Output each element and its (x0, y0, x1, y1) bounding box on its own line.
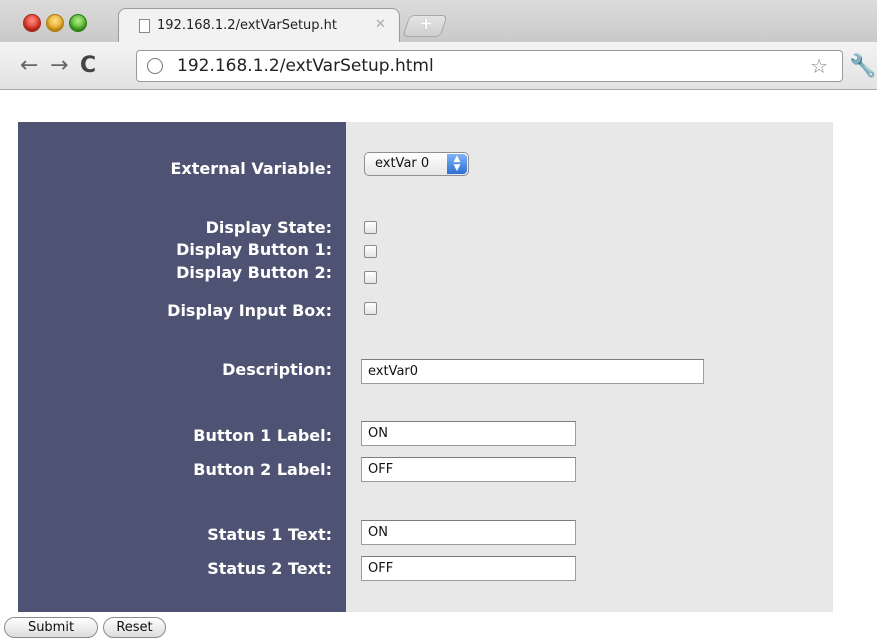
status-2-text-label: Status 2 Text: (207, 559, 332, 578)
wrench-icon[interactable]: 🔧 (849, 54, 876, 79)
submit-button[interactable]: Submit (4, 617, 98, 638)
status-1-text-label: Status 1 Text: (207, 525, 332, 544)
button-2-label-label: Button 2 Label: (193, 460, 332, 479)
external-variable-select[interactable]: extVar 0 ▲ ▼ (364, 152, 469, 176)
url-text[interactable]: 192.168.1.2/extVarSetup.html (177, 56, 434, 76)
display-state-label: Display State: (205, 218, 332, 237)
button-1-label-input[interactable]: ON (361, 421, 576, 446)
address-bar[interactable]: 192.168.1.2/extVarSetup.html ☆ (136, 50, 843, 82)
close-window-button[interactable] (23, 14, 41, 32)
window-titlebar: 192.168.1.2/extVarSetup.ht ✕ + (0, 0, 877, 42)
display-input-box-label: Display Input Box: (167, 301, 332, 320)
plus-icon[interactable]: + (419, 14, 433, 34)
bookmark-star-icon[interactable]: ☆ (810, 54, 828, 78)
select-updown-icon: ▲ ▼ (447, 154, 467, 174)
button-2-label-input[interactable]: OFF (361, 457, 576, 482)
minimize-window-button[interactable] (46, 14, 64, 32)
status-1-text-input[interactable]: ON (361, 520, 576, 545)
display-button-2-checkbox[interactable] (364, 271, 377, 284)
external-variable-selected: extVar 0 (375, 156, 430, 171)
tab-title: 192.168.1.2/extVarSetup.ht (157, 18, 338, 33)
display-button-1-label: Display Button 1: (176, 240, 332, 259)
reload-icon[interactable]: C (80, 53, 96, 78)
forward-arrow-icon[interactable]: → (50, 53, 68, 78)
label-column: External Variable: Display State: Displa… (18, 122, 346, 612)
display-button-2-label: Display Button 2: (176, 263, 332, 282)
reset-button[interactable]: Reset (103, 617, 166, 638)
display-button-1-checkbox[interactable] (364, 245, 377, 258)
button-1-label-label: Button 1 Label: (193, 426, 332, 445)
description-label: Description: (222, 360, 332, 379)
tab-close-icon[interactable]: ✕ (375, 17, 386, 32)
display-state-checkbox[interactable] (364, 221, 377, 234)
page-icon (139, 19, 150, 33)
status-2-text-input[interactable]: OFF (361, 556, 576, 581)
external-variable-label: External Variable: (170, 159, 332, 178)
back-arrow-icon[interactable]: ← (20, 53, 38, 78)
display-input-box-checkbox[interactable] (364, 302, 377, 315)
globe-icon (147, 58, 163, 74)
zoom-window-button[interactable] (69, 14, 87, 32)
description-input[interactable]: extVar0 (361, 359, 704, 384)
browser-tab[interactable]: 192.168.1.2/extVarSetup.ht ✕ (118, 8, 400, 42)
